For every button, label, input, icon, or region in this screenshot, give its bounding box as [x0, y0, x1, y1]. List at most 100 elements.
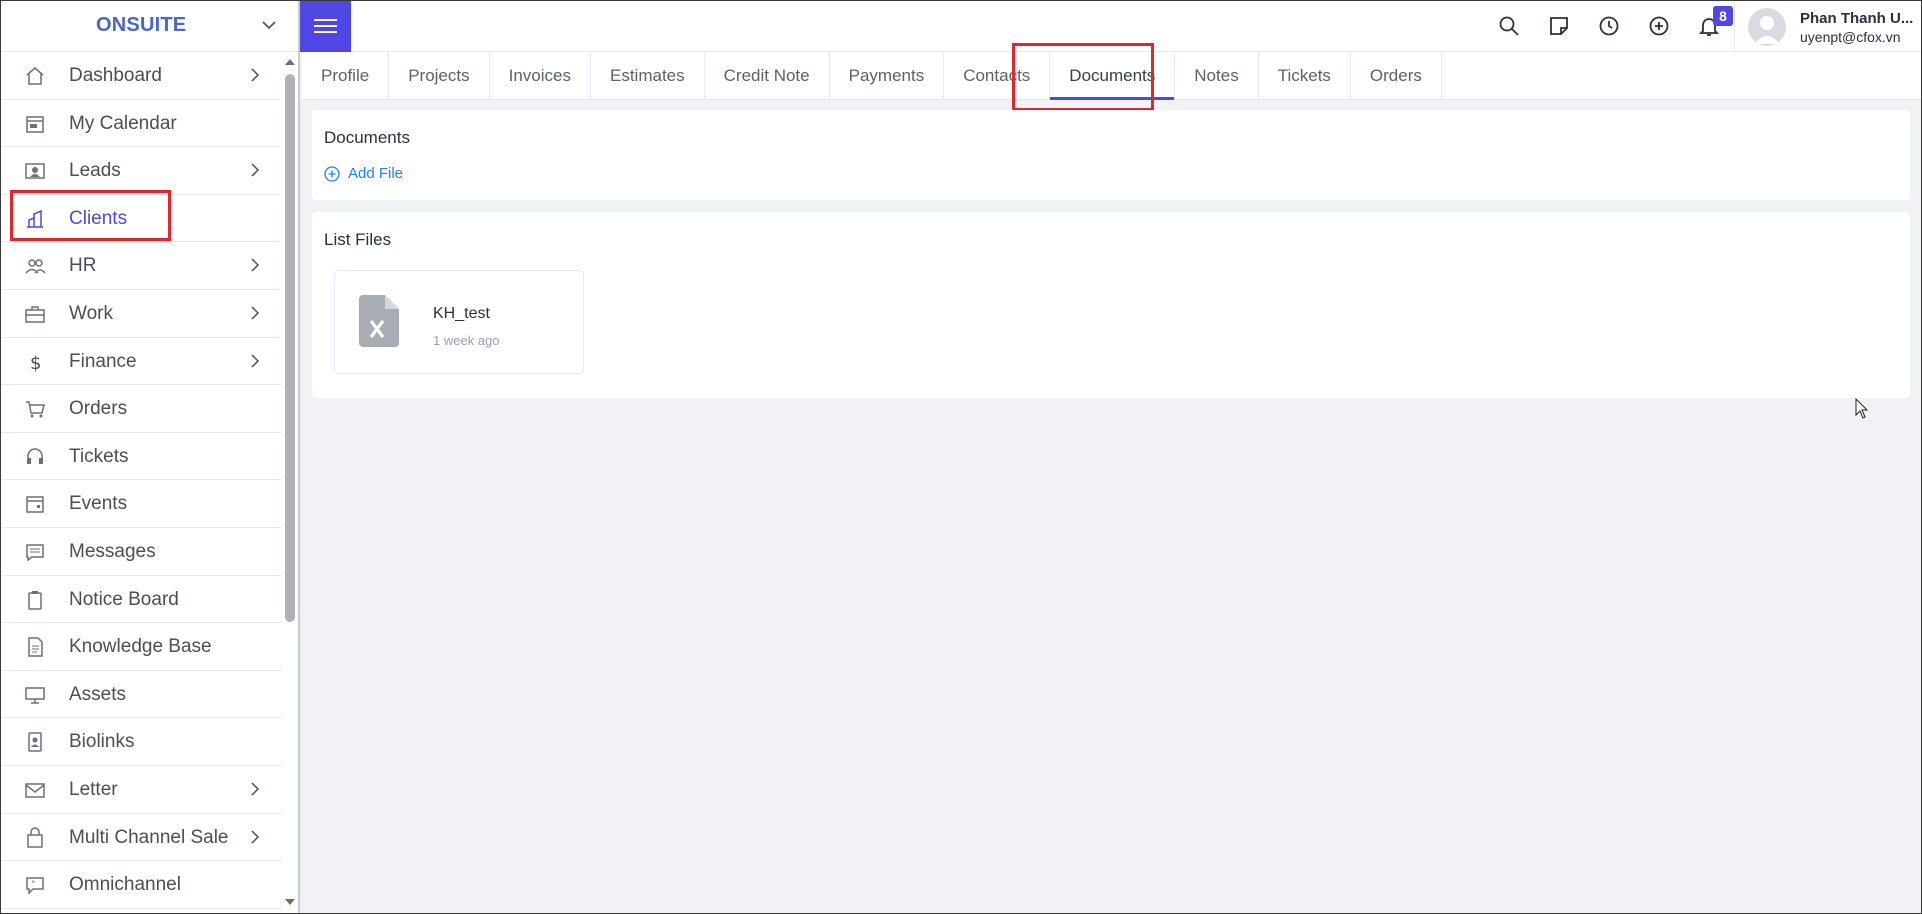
chevron-right-icon: [251, 258, 260, 272]
sidebar-item-label: Orders: [69, 398, 128, 420]
tab-credit-note[interactable]: Credit Note: [705, 52, 830, 100]
tab-notes[interactable]: Notes: [1175, 52, 1259, 100]
avatar[interactable]: [1748, 8, 1786, 46]
sidebar-item-work[interactable]: Work: [0, 290, 282, 338]
sidebar-item-label: Letter: [69, 778, 118, 800]
user-name[interactable]: Phan Thanh U...: [1800, 10, 1913, 27]
chevron-right-icon: [251, 163, 260, 177]
highlight-box-clients: [10, 190, 171, 241]
sidebar-item-orders[interactable]: Orders: [0, 385, 282, 433]
file-card[interactable]: KH_test 1 week ago: [334, 270, 584, 374]
add-file-button[interactable]: Add File: [324, 165, 403, 182]
chevron-right-icon: [251, 68, 260, 82]
sidebar-item-tickets[interactable]: Tickets: [0, 433, 282, 481]
sidebar-scrollbar-thumb[interactable]: [285, 74, 295, 622]
sidebar-item-finance[interactable]: $ Finance: [0, 338, 282, 386]
chat-quote-icon: ": [26, 877, 44, 895]
svg-text:": ": [31, 880, 35, 890]
tab-projects[interactable]: Projects: [389, 52, 490, 100]
bag-icon: [27, 826, 43, 848]
tab-invoices[interactable]: Invoices: [490, 52, 591, 100]
sidebar-item-notice-board[interactable]: Notice Board: [0, 576, 282, 624]
house-icon: [26, 67, 44, 85]
clipboard-icon: [28, 590, 42, 610]
chevron-right-icon: [251, 306, 260, 320]
file-name: KH_test: [433, 305, 490, 322]
sidebar-item-label: Biolinks: [69, 731, 135, 753]
sidebar-item-label: Messages: [69, 540, 156, 562]
scroll-up-arrow-icon[interactable]: [284, 56, 296, 68]
tab-profile[interactable]: Profile: [302, 52, 390, 100]
sidebar-item-label: Omnichannel: [69, 874, 181, 896]
sidebar-item-label: Knowledge Base: [69, 636, 212, 658]
sticky-note-icon[interactable]: [1547, 14, 1571, 38]
notification-count-badge: 8: [1713, 6, 1733, 26]
contact-card-icon: [25, 163, 45, 179]
svg-text:$: $: [30, 353, 41, 373]
documents-card: Documents Add File: [312, 110, 1910, 200]
brand-bar: ONSUITE: [0, 0, 298, 52]
document-icon: [28, 637, 43, 657]
tab-tickets[interactable]: Tickets: [1259, 52, 1351, 100]
sidebar-item-my-calendar[interactable]: My Calendar: [0, 100, 282, 148]
scroll-down-arrow-icon[interactable]: [284, 896, 296, 908]
tab-orders[interactable]: Orders: [1351, 52, 1442, 100]
sidebar-item-label: Work: [69, 302, 113, 324]
sidebar-nav: Dashboard My Calendar Leads Clients HR W…: [0, 52, 282, 909]
menu-toggle-button[interactable]: [300, 0, 351, 52]
chevron-right-icon: [251, 782, 260, 796]
sidebar-item-hr[interactable]: HR: [0, 242, 282, 290]
file-timestamp: 1 week ago: [433, 333, 500, 348]
envelope-icon: [25, 783, 45, 798]
sidebar-item-knowledge-base[interactable]: Knowledge Base: [0, 623, 282, 671]
monitor-icon: [25, 686, 45, 704]
sidebar-item-label: My Calendar: [69, 112, 177, 134]
sidebar-item-omnichannel[interactable]: " Omnichannel: [0, 861, 282, 909]
people-icon: [25, 259, 46, 274]
tab-estimates[interactable]: Estimates: [591, 52, 705, 100]
chevron-down-icon[interactable]: [260, 16, 278, 34]
search-icon[interactable]: [1497, 14, 1521, 38]
calendar-event-icon: [26, 496, 44, 514]
documents-title: Documents: [324, 128, 410, 147]
sidebar-item-label: Notice Board: [69, 588, 179, 610]
sidebar-item-leads[interactable]: Leads: [0, 147, 282, 195]
highlight-box-documents-tab: [1012, 43, 1154, 111]
calendar-icon: [26, 115, 44, 133]
sidebar-item-messages[interactable]: Messages: [0, 528, 282, 576]
sidebar-item-label: Events: [69, 493, 128, 515]
sidebar-item-label: Tickets: [69, 445, 129, 467]
add-file-label: Add File: [348, 165, 404, 182]
list-files-card: List Files KH_test 1 week ago: [312, 212, 1910, 398]
dollar-icon: $: [30, 353, 41, 373]
user-email: uyenpt@cfox.vn: [1800, 29, 1901, 45]
sidebar-item-label: Dashboard: [69, 65, 162, 86]
sidebar-item-label: Assets: [69, 683, 127, 705]
sidebar-item-label: Multi Channel Sale: [69, 826, 229, 848]
sidebar-item-label: HR: [69, 255, 97, 277]
sidebar-item-events[interactable]: Events: [0, 480, 282, 528]
chevron-right-icon: [251, 829, 260, 844]
message-icon: [26, 544, 44, 562]
sidebar-item-biolinks[interactable]: Biolinks: [0, 718, 282, 766]
sidebar-item-dashboard[interactable]: Dashboard: [0, 52, 282, 100]
cart-icon: [26, 401, 45, 418]
sidebar-item-letter[interactable]: Letter: [0, 766, 282, 814]
badge-icon: [28, 732, 42, 753]
sidebar-item-assets[interactable]: Assets: [0, 671, 282, 719]
excel-file-icon: [359, 295, 399, 347]
plus-circle-icon: [324, 165, 340, 182]
tab-payments[interactable]: Payments: [830, 52, 945, 100]
user-silhouette-icon: [1754, 16, 1780, 44]
briefcase-icon: [25, 306, 45, 323]
sidebar-item-label: Leads: [69, 160, 121, 182]
list-files-title: List Files: [324, 230, 392, 249]
mouse-cursor-icon: [1855, 398, 1869, 419]
brand-logo[interactable]: ONSUITE: [96, 14, 186, 37]
user-divider: [1734, 0, 1735, 52]
clock-icon[interactable]: [1597, 14, 1621, 38]
plus-circle-icon[interactable]: [1647, 14, 1671, 38]
chevron-right-icon: [251, 354, 260, 368]
sidebar-item-label: Finance: [69, 350, 137, 372]
sidebar-item-multi-channel-sale[interactable]: Multi Channel Sale: [0, 814, 282, 862]
